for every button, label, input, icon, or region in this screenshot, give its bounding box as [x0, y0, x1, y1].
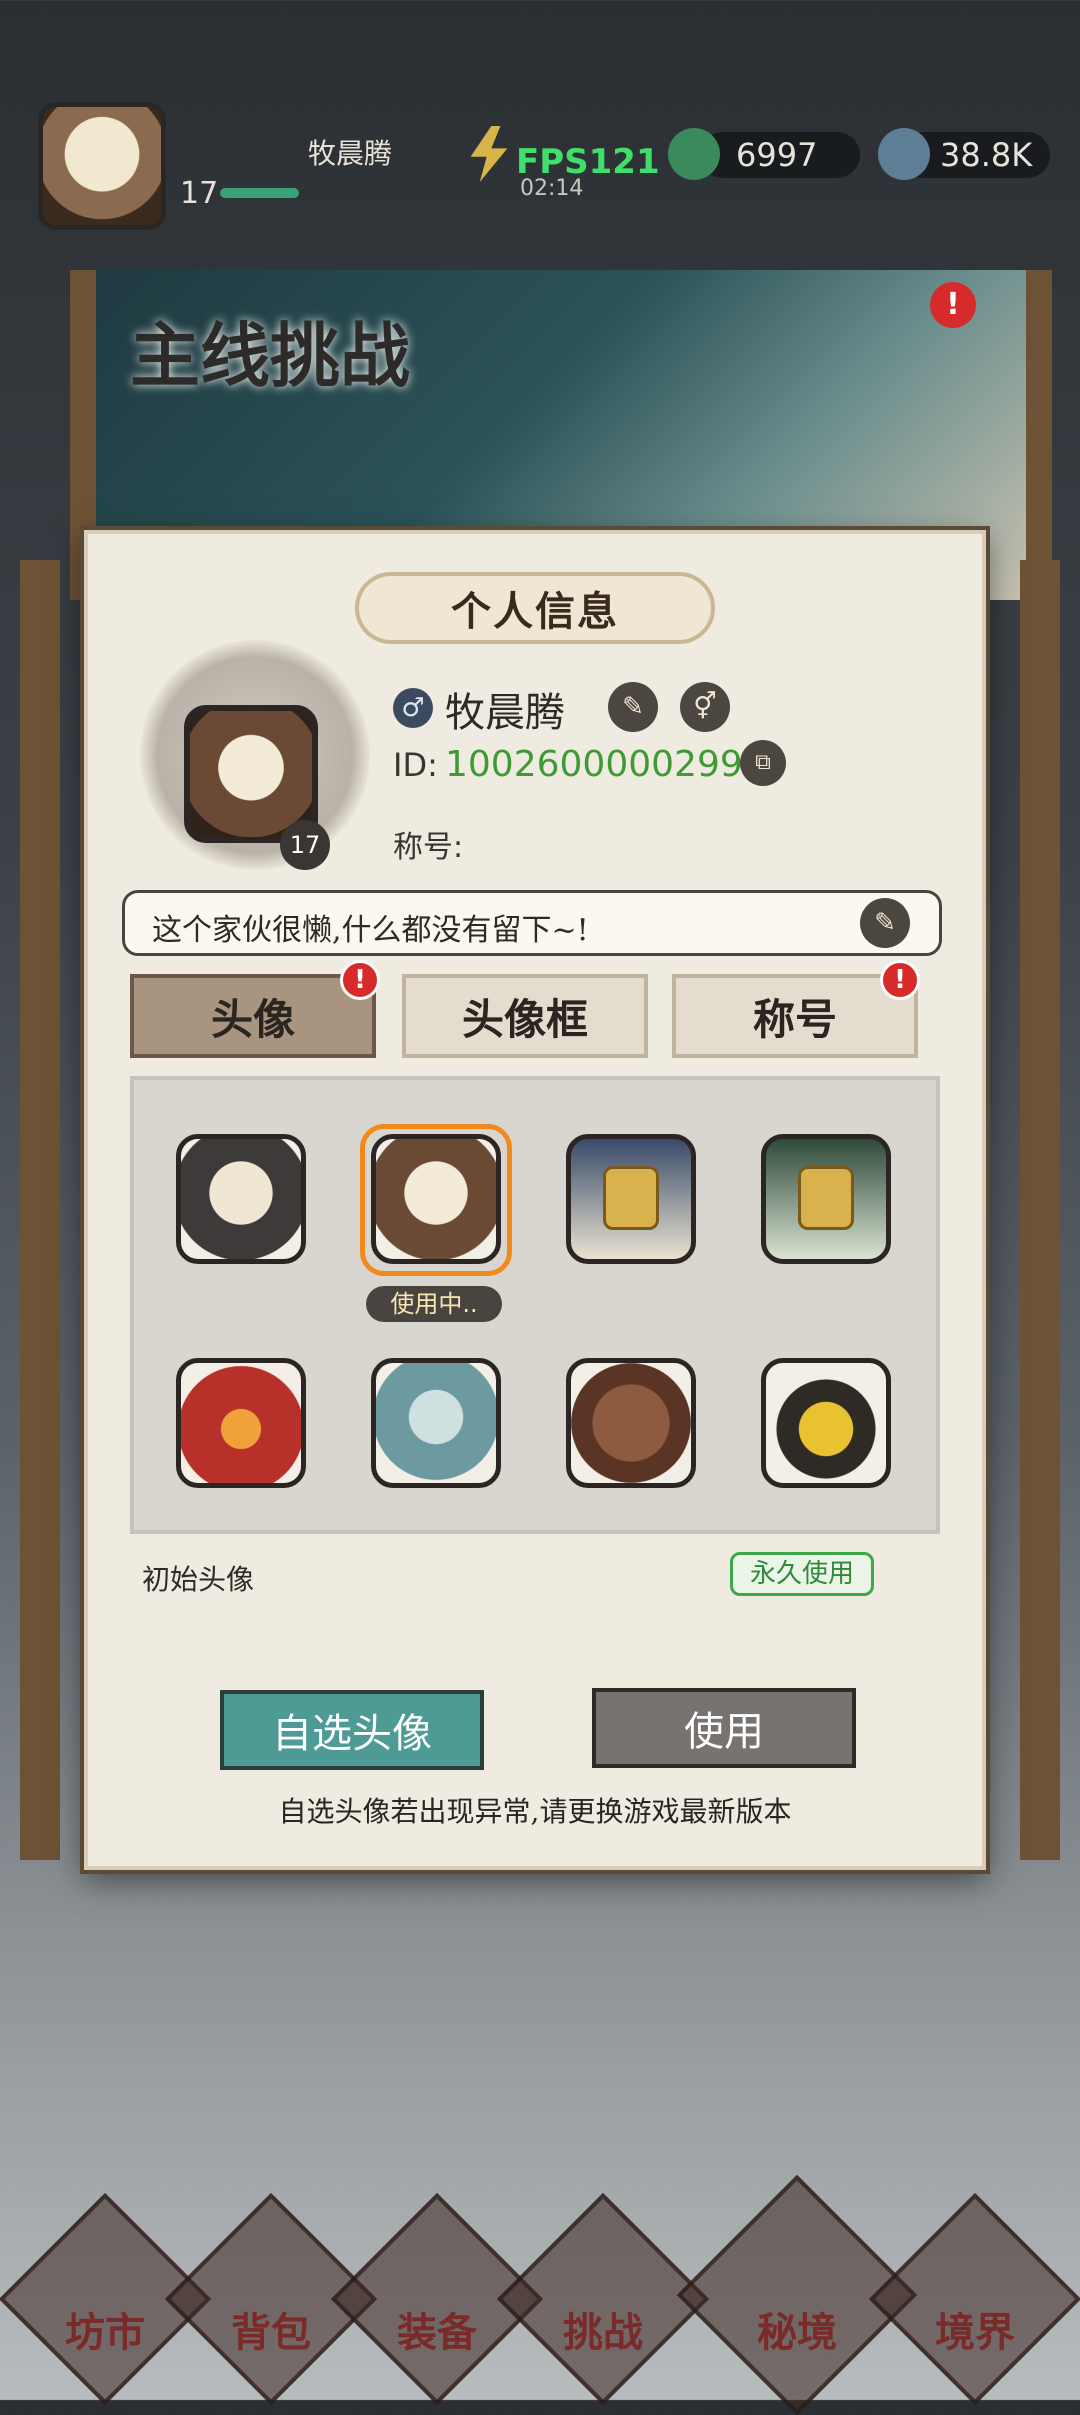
- title-label: 称号:: [393, 830, 464, 865]
- nav-secret-realm-label: 秘境: [757, 2309, 837, 2356]
- in-use-label: 使用中..: [366, 1286, 502, 1322]
- nav-bag-label: 背包: [231, 2309, 311, 2356]
- banner-alert-icon: !: [930, 282, 976, 328]
- nav-realm[interactable]: [868, 2192, 1080, 2406]
- avatar-slot-8[interactable]: [761, 1358, 891, 1488]
- tab-avatar-badge: !: [340, 960, 380, 1000]
- use-button-label: 使用: [684, 1709, 764, 1755]
- clock-text: 02:14: [520, 176, 584, 201]
- jade-pill[interactable]: 6997: [700, 132, 860, 178]
- nav-equipment-label: 装备: [397, 2309, 477, 2356]
- tab-title-badge: !: [880, 960, 920, 1000]
- crystal-value: 38.8K: [940, 136, 1033, 174]
- id-label: ID:: [393, 746, 438, 784]
- level-badge: 17: [280, 820, 330, 870]
- footer-note: 自选头像若出现异常,请更换游戏最新版本: [278, 1795, 792, 1828]
- banner-title: 主线挑战: [130, 314, 410, 397]
- jade-icon: [668, 128, 720, 180]
- avatar-slot-6[interactable]: [371, 1358, 501, 1488]
- copy-id-icon[interactable]: ⧉: [740, 740, 786, 786]
- panel-title: 个人信息: [451, 588, 619, 635]
- tab-avatar-frame-label: 头像框: [461, 994, 588, 1044]
- energy-icon: [470, 126, 508, 182]
- avatar-slot-1[interactable]: [176, 1134, 306, 1264]
- hud-level: 17: [180, 176, 219, 211]
- lock-icon: [603, 1166, 659, 1230]
- nav-challenge[interactable]: [496, 2192, 710, 2406]
- player-name: 牧晨腾: [445, 690, 565, 736]
- background-panel-right: [1020, 560, 1060, 1860]
- avatar-slot-5[interactable]: [176, 1358, 306, 1488]
- custom-avatar-button-label: 自选头像: [272, 1711, 432, 1757]
- avatar-slot-7[interactable]: [566, 1358, 696, 1488]
- signature-text: 这个家伙很懒,什么都没有留下~!: [152, 913, 589, 948]
- nav-realm-label: 境界: [935, 2309, 1015, 2356]
- crystal-icon: [878, 128, 930, 180]
- id-value: 10026000002999: [445, 744, 766, 785]
- custom-avatar-button[interactable]: 自选头像: [220, 1690, 484, 1770]
- tab-title-label: 称号: [752, 994, 837, 1044]
- rename-edit-icon[interactable]: ✎: [608, 682, 658, 732]
- hud-avatar[interactable]: [38, 102, 166, 230]
- jade-value: 6997: [736, 136, 818, 174]
- gender-switch-icon[interactable]: ⚥: [680, 682, 730, 732]
- tab-avatar-label: 头像: [210, 994, 295, 1044]
- background-panel-left: [20, 560, 60, 1860]
- panel-title-plate: 个人信息: [355, 572, 715, 644]
- hud-player-name: 牧晨腾: [307, 137, 392, 170]
- tab-avatar[interactable]: 头像: [130, 974, 376, 1058]
- tab-avatar-frame[interactable]: 头像框: [402, 974, 648, 1058]
- nav-challenge-label: 挑战: [563, 2309, 643, 2356]
- signature-edit-icon[interactable]: ✎: [860, 898, 910, 948]
- permanent-badge: 永久使用: [730, 1552, 874, 1596]
- avatar-slot-2[interactable]: [371, 1134, 501, 1264]
- use-button[interactable]: 使用: [592, 1688, 856, 1768]
- lock-icon: [798, 1166, 854, 1230]
- nav-market-label: 坊市: [65, 2309, 145, 2356]
- male-icon: ♂: [393, 688, 433, 728]
- hud-exp-fill: [220, 188, 299, 198]
- selected-avatar-name: 初始头像: [142, 1563, 255, 1596]
